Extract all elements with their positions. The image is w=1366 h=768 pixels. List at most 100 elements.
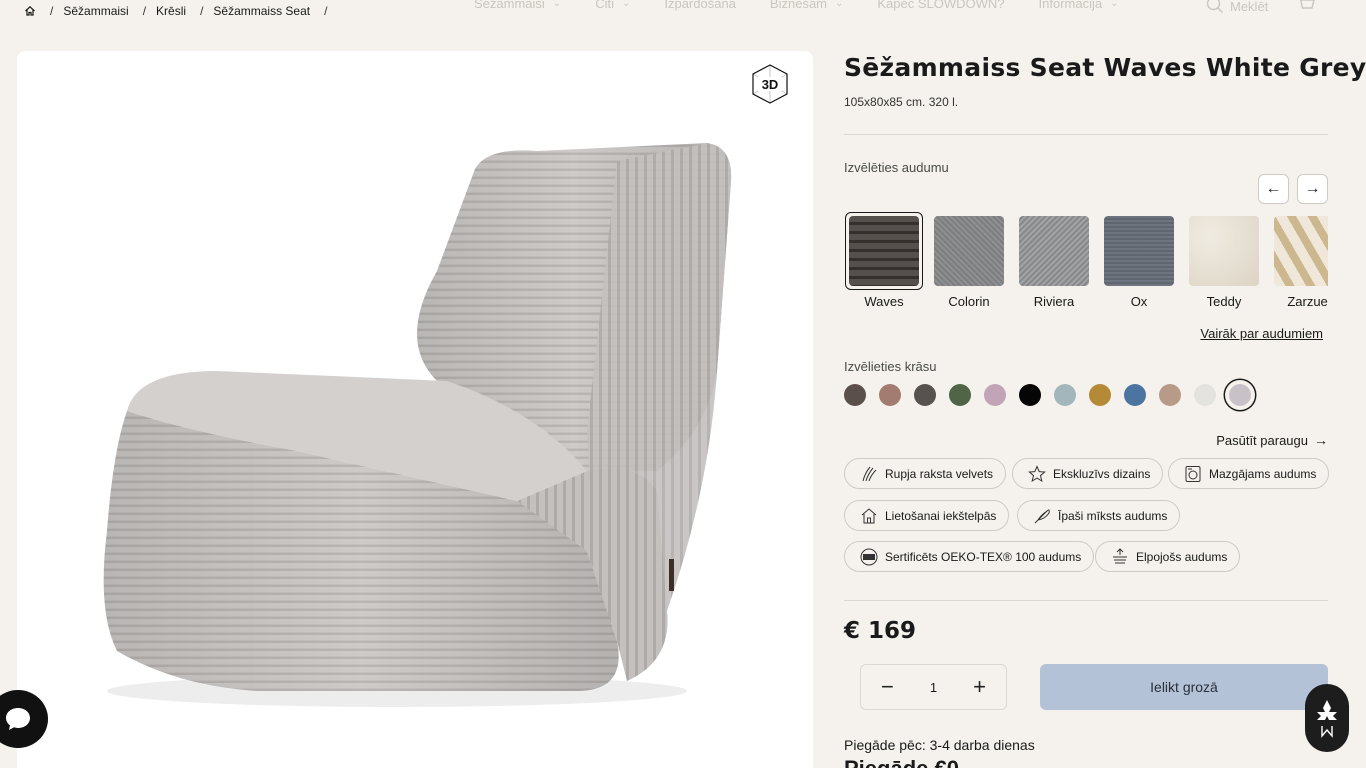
feature-label: Sertificēts OEKO-TEX® 100 audums xyxy=(885,549,1082,564)
fabric-option-teddy[interactable]: Teddy xyxy=(1185,212,1263,309)
nav-item-izpardosana[interactable]: Izpārdošana xyxy=(664,0,736,11)
divider xyxy=(844,134,1328,135)
fabric-name: Colorin xyxy=(948,294,990,309)
fabric-name: Zarzuel xyxy=(1287,294,1328,309)
fabric-swatch xyxy=(1274,216,1328,286)
brand-widget-button[interactable] xyxy=(1305,684,1349,752)
breathable-icon xyxy=(1110,547,1130,567)
3d-view-button[interactable]: 3D xyxy=(749,63,791,105)
main-nav: Sēžammaisi ⌄ Citi ⌄ Izpārdošana Biznesam ⌄ … xyxy=(474,0,1153,11)
product-price: € 169 xyxy=(844,618,917,644)
top-bar: / Sēžammaisi / Krēsli / Sēžammaiss Seat … xyxy=(0,0,1366,24)
color-swatch-light-blue[interactable] xyxy=(1054,384,1076,406)
arrow-right-icon: → xyxy=(1304,180,1321,197)
star-icon xyxy=(1027,464,1047,484)
feature-chip-breathable: Elpojošs audums xyxy=(1095,541,1241,572)
arrow-left-icon: ← xyxy=(1265,180,1282,197)
breadcrumb-item-current[interactable]: Sēžammaiss Seat xyxy=(213,4,310,18)
quantity-increase-button[interactable]: + xyxy=(973,674,986,700)
fabric-swatch xyxy=(934,216,1004,286)
fabric-option-colorin[interactable]: Colorin xyxy=(930,212,1008,309)
feature-chip-velvet: Rupja raksta velvets xyxy=(844,458,1007,489)
fabric-name: Waves xyxy=(864,294,904,309)
nav-item-informacija[interactable]: Informācija ⌄ xyxy=(1039,0,1119,11)
feature-label: Īpaši mīksts audums xyxy=(1058,508,1168,523)
color-swatches xyxy=(844,384,1264,406)
chat-icon xyxy=(6,708,30,730)
feature-label: Lietošanai iekštelpās xyxy=(885,508,997,523)
nav-item-biznesam[interactable]: Biznesam ⌄ xyxy=(770,0,843,11)
nav-item-sezammaisi[interactable]: Sēžammaisi ⌄ xyxy=(474,0,561,11)
cart-icon[interactable] xyxy=(1296,0,1316,17)
breadcrumb-separator: / xyxy=(142,4,147,18)
quantity-value[interactable]: 1 xyxy=(930,680,937,695)
add-to-cart-button[interactable]: Ielikt grozā xyxy=(1040,664,1328,710)
quantity-stepper: − 1 + xyxy=(860,664,1007,710)
chevron-down-icon: ⌄ xyxy=(1110,0,1119,9)
breadcrumb-separator: / xyxy=(50,4,54,18)
fabric-option-waves[interactable]: Waves xyxy=(845,212,923,309)
delivery-time: Piegāde pēc: 3-4 darba dienas xyxy=(844,737,1035,753)
breadcrumb-separator: / xyxy=(200,4,204,18)
fabric-option-riviera[interactable]: Riviera xyxy=(1015,212,1093,309)
delivery-price: Piegāde €0 xyxy=(844,756,959,768)
color-swatch-beige[interactable] xyxy=(1159,384,1181,406)
fabric-name: Riviera xyxy=(1033,294,1075,309)
color-swatch-off-white[interactable] xyxy=(1194,384,1216,406)
product-image-card[interactable]: 3D xyxy=(17,51,813,768)
order-sample-link[interactable]: Pasūtīt paraugu → xyxy=(1216,432,1328,448)
color-swatch-rose-brown[interactable] xyxy=(879,384,901,406)
color-swatch-black[interactable] xyxy=(1019,384,1041,406)
feature-label: Mazgājams audums xyxy=(1209,466,1317,481)
arrow-right-icon: → xyxy=(1314,432,1328,448)
washing-machine-icon xyxy=(1183,464,1203,484)
feature-chip-extra-soft: Īpaši mīksts audums xyxy=(1017,500,1181,531)
product-image xyxy=(103,143,732,707)
feature-chip-indoor: Lietošanai iekštelpās xyxy=(844,500,1010,531)
feather-icon xyxy=(1032,506,1052,526)
house-icon xyxy=(859,506,879,526)
breadcrumb-separator: / xyxy=(324,4,328,18)
search-button[interactable]: Meklēt xyxy=(1230,0,1268,14)
fabric-swatch xyxy=(1019,216,1089,286)
oeko-tex-icon xyxy=(859,547,879,567)
chevron-down-icon: ⌄ xyxy=(621,0,631,9)
fabric-option-zarzuel[interactable]: Zarzuel xyxy=(1270,212,1328,309)
fabric-next-button[interactable]: → xyxy=(1297,174,1328,204)
color-label: Izvēlieties krāsu xyxy=(844,359,937,374)
velvet-icon xyxy=(859,464,879,484)
color-swatch-mustard[interactable] xyxy=(1089,384,1111,406)
color-swatch-white-grey[interactable] xyxy=(1229,384,1251,406)
fabric-carousel: Waves Colorin Riviera Ox Teddy Zarzuel xyxy=(844,212,1328,312)
color-swatch-green[interactable] xyxy=(949,384,971,406)
order-sample-label: Pasūtīt paraugu xyxy=(1216,432,1308,448)
color-swatch-blue[interactable] xyxy=(1124,384,1146,406)
home-icon[interactable] xyxy=(24,5,36,17)
nav-item-citi[interactable]: Citi ⌄ xyxy=(595,0,630,11)
fabric-option-ox[interactable]: Ox xyxy=(1100,212,1178,309)
breadcrumb-item-sezammaisi[interactable]: Sēžammaisi xyxy=(63,4,128,18)
feature-label: Ekskluzīvs dizains xyxy=(1053,466,1151,481)
fabric-swatch xyxy=(1189,216,1259,286)
quantity-decrease-button[interactable]: − xyxy=(881,674,894,700)
more-about-fabrics-link[interactable]: Vairāk par audumiem xyxy=(1200,326,1323,341)
feature-chip-washable: Mazgājams audums xyxy=(1168,458,1330,489)
product-title: Sēžammaiss Seat Waves White Grey xyxy=(844,53,1366,82)
nav-actions: Meklēt xyxy=(1206,0,1316,17)
nav-item-kapec-slowdown[interactable]: Kāpēc SLOWDOWN? xyxy=(877,0,1004,11)
breadcrumb: / Sēžammaisi / Krēsli / Sēžammaiss Seat … xyxy=(24,4,337,18)
color-swatch-dark-brown[interactable] xyxy=(844,384,866,406)
chevron-down-icon: ⌄ xyxy=(552,0,562,9)
search-icon[interactable] xyxy=(1206,0,1224,17)
feature-label: Rupja raksta velvets xyxy=(885,466,994,481)
chevron-down-icon: ⌄ xyxy=(835,0,844,9)
3d-badge-label: 3D xyxy=(762,77,779,92)
breadcrumb-item-kresli[interactable]: Krēsli xyxy=(156,4,186,18)
color-swatch-lilac[interactable] xyxy=(984,384,1006,406)
fabric-label: Izvēlēties audumu xyxy=(844,160,949,175)
divider xyxy=(844,600,1328,601)
fabric-prev-button[interactable]: ← xyxy=(1258,174,1289,204)
selected-frame xyxy=(845,212,923,290)
color-swatch-charcoal[interactable] xyxy=(914,384,936,406)
feature-chip-exclusive-design: Ekskluzīvs dizains xyxy=(1012,458,1164,489)
